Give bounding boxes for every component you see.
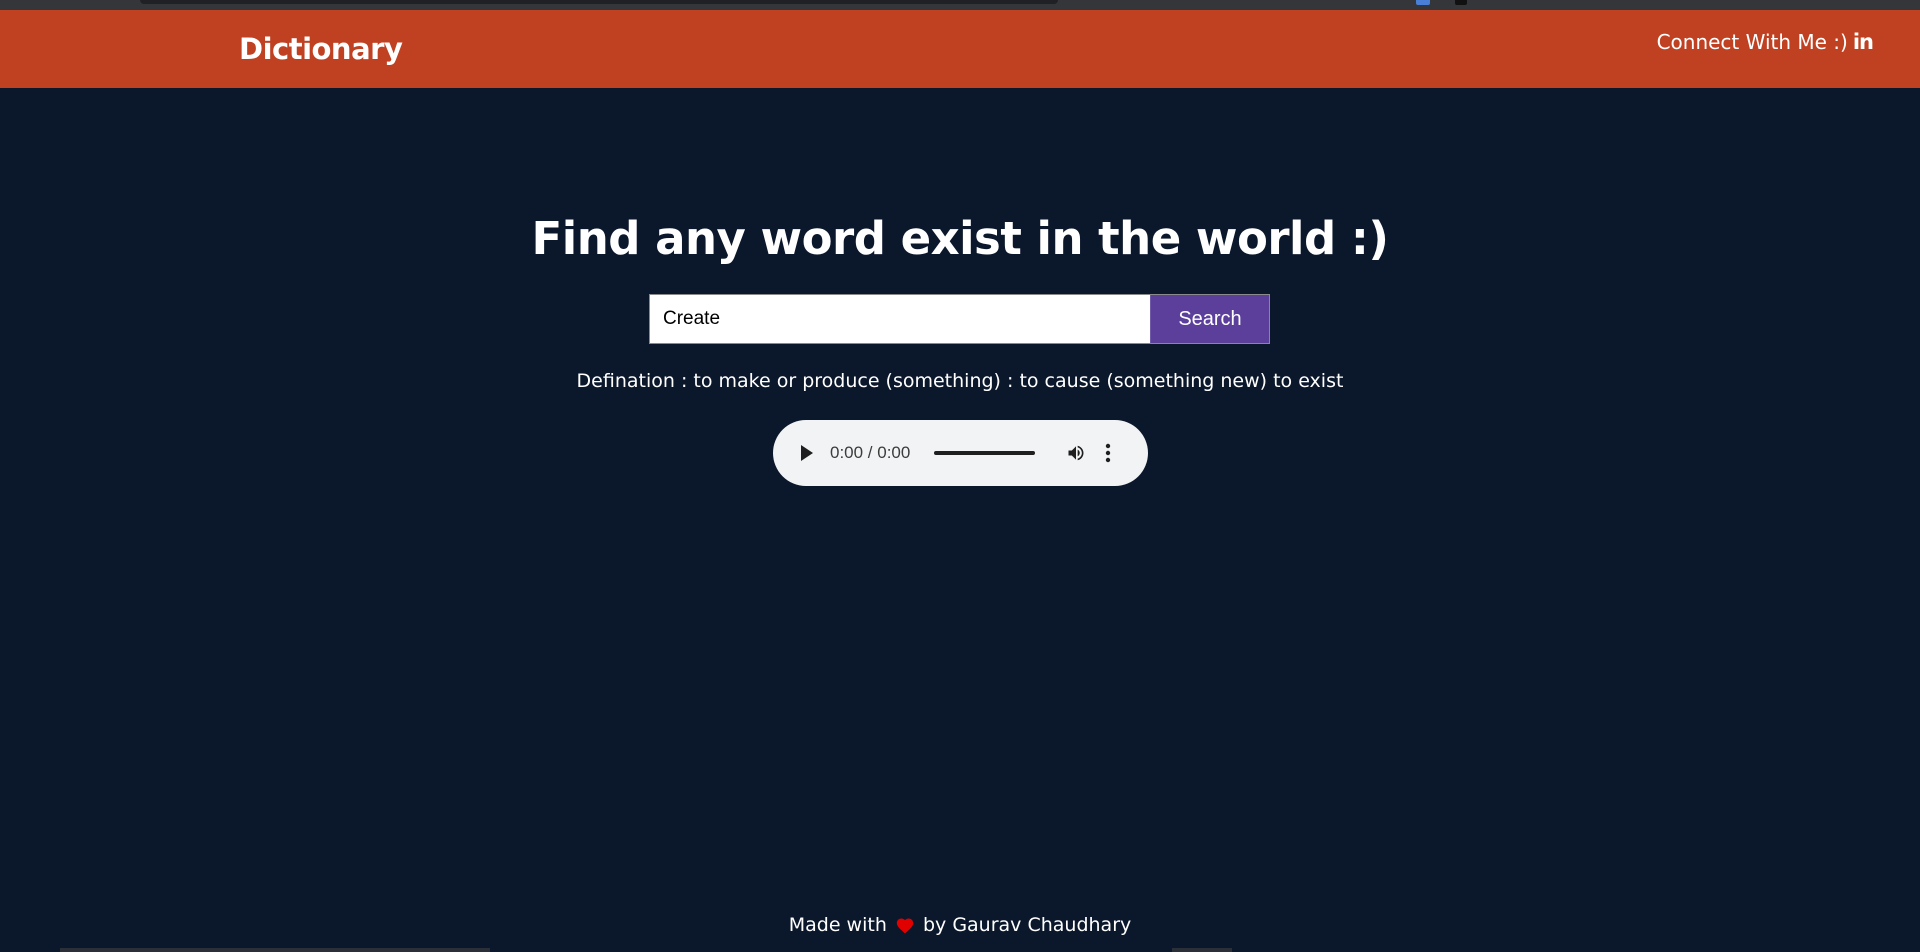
bottom-scroll-bar — [60, 948, 490, 952]
connect-label: Connect With Me :) — [1656, 30, 1848, 54]
audio-player: 0:00 / 0:00 — [773, 420, 1148, 486]
brand-title[interactable]: Dictionary — [239, 32, 403, 66]
definition-text: Defination : to make or produce (somethi… — [576, 370, 1344, 392]
more-options-icon[interactable] — [1105, 443, 1111, 463]
audio-time: 0:00 / 0:00 — [830, 443, 911, 462]
play-icon[interactable] — [801, 445, 813, 461]
navbar: Dictionary Connect With Me :) in — [0, 10, 1920, 88]
extension-icon[interactable] — [1416, 0, 1430, 5]
search-button[interactable]: Search — [1150, 295, 1269, 343]
browser-address-bar[interactable] — [140, 0, 1058, 4]
extension-icon[interactable] — [1455, 0, 1467, 5]
search-input[interactable] — [650, 295, 1150, 343]
browser-chrome-strip — [0, 0, 1920, 10]
linkedin-icon[interactable]: in — [1853, 30, 1874, 54]
connect-link[interactable]: Connect With Me :) in — [1656, 30, 1874, 54]
bottom-scroll-bar — [1172, 948, 1232, 952]
volume-icon[interactable] — [1065, 443, 1087, 463]
footer-suffix: by Gaurav Chaudhary — [922, 914, 1132, 936]
heart-icon — [896, 918, 914, 934]
audio-progress-slider[interactable] — [934, 451, 1036, 455]
footer-prefix: Made with — [788, 914, 887, 936]
footer: Made with by Gaurav Chaudhary — [0, 914, 1920, 936]
page-title: Find any word exist in the world :) — [531, 212, 1389, 265]
search-form: Search — [649, 294, 1270, 344]
